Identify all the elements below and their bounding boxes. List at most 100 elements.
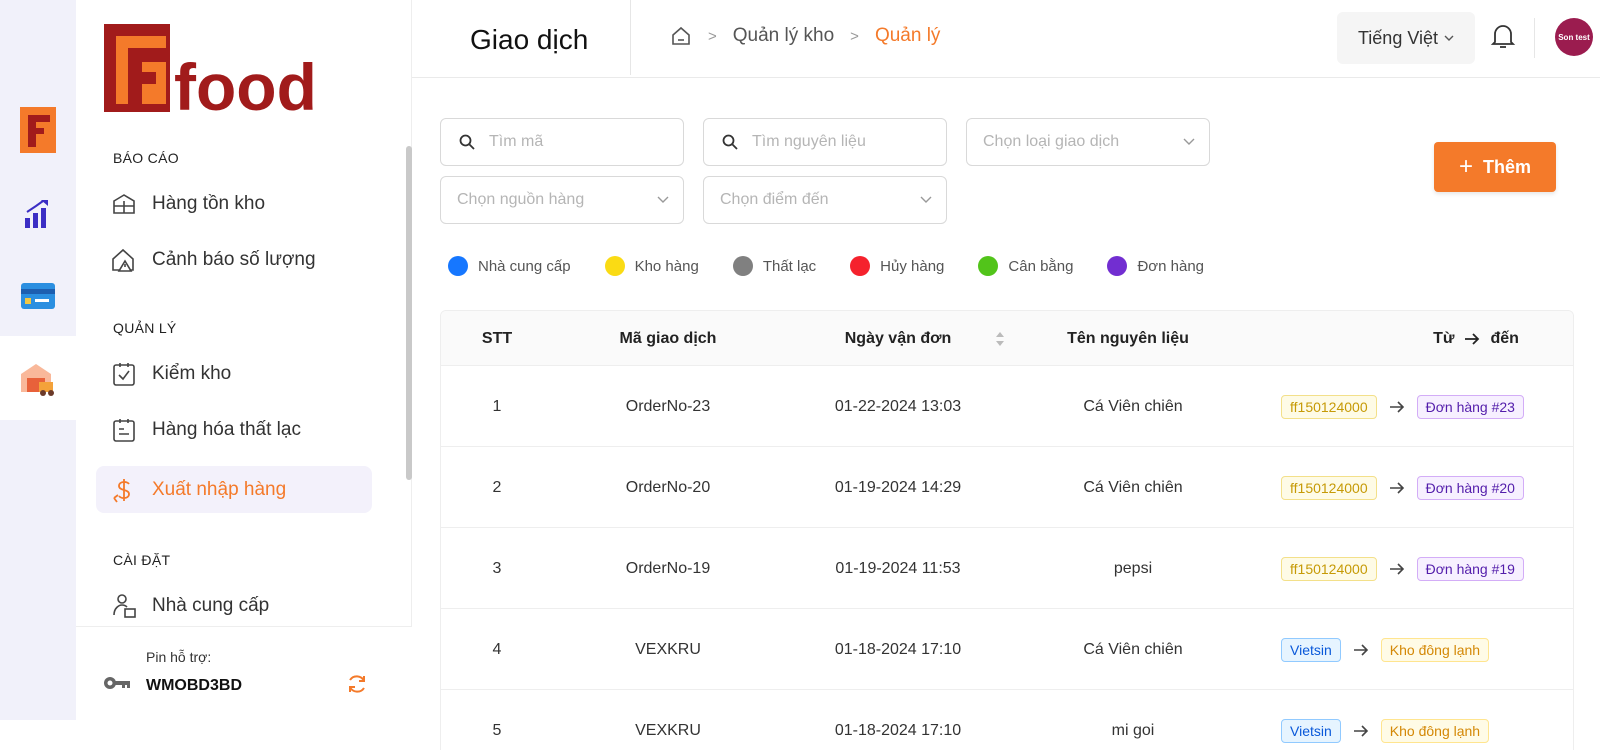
table-row[interactable]: 3 OrderNo-19 01-19-2024 11:53 pepsi ff15…: [441, 528, 1573, 609]
sidebar-item-supplier[interactable]: Nhà cung cấp: [96, 584, 372, 628]
cell-date: 01-19-2024 14:29: [834, 478, 962, 496]
sidebar-scrollbar[interactable]: [406, 146, 412, 480]
legend-item-balance: Cân bằng: [978, 256, 1073, 276]
rail-cards[interactable]: [0, 254, 76, 338]
legend-item-cancelled: Hủy hàng: [850, 256, 944, 276]
table-header: STT Mã giao dịch Ngày vận đơn Tên nguyên…: [441, 311, 1573, 366]
legend-dot: [850, 256, 871, 276]
breadcrumb: > Quản lý kho > Quản lý: [670, 25, 940, 47]
legend-label: Nhà cung cấp: [478, 257, 571, 275]
cell-ingredient: Cá Viên chiên: [1083, 640, 1183, 658]
warehouse-icon: [110, 190, 138, 218]
search-code-placeholder: Tìm mã: [489, 133, 544, 150]
sidebar-item-label: Kiểm kho: [152, 362, 232, 384]
search-code-input[interactable]: Tìm mã: [440, 118, 684, 166]
legend-item-warehouse: Kho hàng: [604, 256, 699, 276]
arrow-right-icon: [1353, 643, 1369, 657]
legend-dot: [604, 256, 625, 276]
cell-date: 01-18-2024 17:10: [834, 640, 962, 658]
legend-dot: [978, 256, 999, 276]
cell-stt: 3: [492, 559, 502, 577]
col-ingredient: Tên nguyên liệu: [1067, 329, 1189, 347]
chart-up-icon: [25, 200, 48, 228]
arrow-right-icon: [1353, 724, 1369, 738]
cell-stt: 1: [492, 397, 502, 415]
cell-stt: 2: [492, 478, 502, 496]
clipboard-lost-icon: [110, 416, 138, 444]
sidebar-item-stock-check[interactable]: Kiểm kho: [96, 350, 372, 397]
cell-date: 01-22-2024 13:03: [834, 397, 962, 415]
add-button[interactable]: + Thêm: [1434, 142, 1556, 192]
cell-ingredient: Cá Viên chiên: [1083, 478, 1183, 496]
arrow-right-icon: [1389, 400, 1405, 414]
search-icon: [459, 134, 475, 150]
pin-code: WMOBD3BD: [146, 677, 242, 694]
search-ingredient-placeholder: Tìm nguyên liệu: [752, 133, 866, 150]
legend: Nhà cung cấp Kho hàng Thất lạc Hủy hàng …: [448, 256, 1238, 276]
arrow-right-icon: [1389, 481, 1405, 495]
cell-stt: 4: [492, 640, 502, 658]
destination-select[interactable]: Chọn điểm đến: [703, 176, 947, 224]
section-management: QUẢN LÝ: [113, 320, 177, 336]
cell-code: VEXKRU: [635, 640, 701, 658]
brand-logo[interactable]: food: [104, 20, 340, 124]
legend-label: Kho hàng: [634, 257, 699, 275]
cell-route: ff150124000 Đơn hàng #20: [1281, 447, 1524, 528]
col-route: Từ đến: [1401, 311, 1551, 366]
sidebar-item-lost-goods[interactable]: Hàng hóa thất lạc: [96, 406, 372, 453]
sidebar-item-label: Cảnh báo số lượng: [152, 248, 316, 270]
app-rail: [0, 0, 76, 720]
legend-dot: [1107, 256, 1128, 276]
cell-ingredient: pepsi: [1113, 559, 1153, 577]
language-select[interactable]: Tiếng Việt: [1337, 12, 1475, 64]
rail-warehouse[interactable]: [0, 336, 76, 420]
sidebar-item-import-export[interactable]: Xuất nhập hàng: [96, 466, 372, 513]
sidebar-item-inventory[interactable]: Hàng tồn kho: [96, 180, 372, 227]
refresh-icon[interactable]: [346, 673, 368, 700]
legend-item-order: Đơn hàng: [1107, 256, 1204, 276]
supplier-icon: [110, 592, 138, 620]
chevron-right-icon: >: [850, 27, 859, 45]
transaction-type-select[interactable]: Chọn loại giao dịch: [966, 118, 1210, 166]
language-value: Tiếng Việt: [1357, 27, 1439, 48]
breadcrumb-item[interactable]: Quản lý kho: [733, 25, 834, 47]
sort-icon[interactable]: [995, 331, 1005, 347]
clipboard-check-icon: [110, 360, 138, 388]
cell-date: 01-19-2024 11:53: [835, 559, 961, 577]
sidebar-item-quantity-warning[interactable]: Cảnh báo số lượng: [96, 236, 372, 283]
from-tag: ff150124000: [1281, 556, 1377, 581]
transactions-table: STT Mã giao dịch Ngày vận đơn Tên nguyên…: [440, 310, 1574, 750]
card-icon: [21, 283, 55, 309]
warehouse-truck-icon: [21, 364, 54, 396]
chevron-down-icon: [657, 196, 669, 204]
table-row[interactable]: 2 OrderNo-20 01-19-2024 14:29 Cá Viên ch…: [441, 447, 1573, 528]
support-pin-panel: Pin hỗ trợ: WMOBD3BD: [76, 626, 412, 750]
sidebar-item-label: Nhà cung cấp: [152, 595, 270, 616]
rail-reports[interactable]: [0, 172, 76, 256]
rail-home[interactable]: [0, 88, 76, 172]
sidebar-item-label: Hàng hóa thất lạc: [152, 418, 301, 440]
search-ingredient-input[interactable]: Tìm nguyên liệu: [703, 118, 947, 166]
avatar[interactable]: Son test: [1555, 18, 1593, 56]
table-row[interactable]: 5 VEXKRU 01-18-2024 17:10 mi goi Vietsin…: [441, 690, 1573, 750]
top-bar: Giao dịch > Quản lý kho > Quản lý Tiếng …: [412, 0, 1600, 78]
from-tag: ff150124000: [1281, 475, 1377, 500]
logo-text: food: [174, 50, 317, 116]
table-row[interactable]: 4 VEXKRU 01-18-2024 17:10 Cá Viên chiên …: [441, 609, 1573, 690]
sidebar-item-label: Hàng tồn kho: [152, 192, 266, 214]
cell-code: OrderNo-20: [625, 478, 711, 496]
table-row[interactable]: 1 OrderNo-23 01-22-2024 13:03 Cá Viên ch…: [441, 366, 1573, 447]
home-icon[interactable]: [670, 25, 692, 47]
to-tag: Kho đông lạnh: [1380, 637, 1490, 662]
to-tag: Đơn hàng #23: [1416, 394, 1524, 419]
ffood-logo-icon: food: [104, 24, 317, 124]
legend-dot: [448, 256, 468, 276]
bell-icon[interactable]: [1490, 22, 1516, 55]
source-select[interactable]: Chọn nguồn hàng: [440, 176, 684, 224]
col-date[interactable]: Ngày vận đơn: [783, 311, 1013, 366]
legend-dot: [732, 256, 753, 276]
legend-label: Cân bằng: [1008, 257, 1074, 275]
to-tag: Đơn hàng #20: [1416, 475, 1524, 500]
cell-date: 01-18-2024 17:10: [834, 721, 962, 739]
cell-route: ff150124000 Đơn hàng #19: [1281, 528, 1524, 609]
